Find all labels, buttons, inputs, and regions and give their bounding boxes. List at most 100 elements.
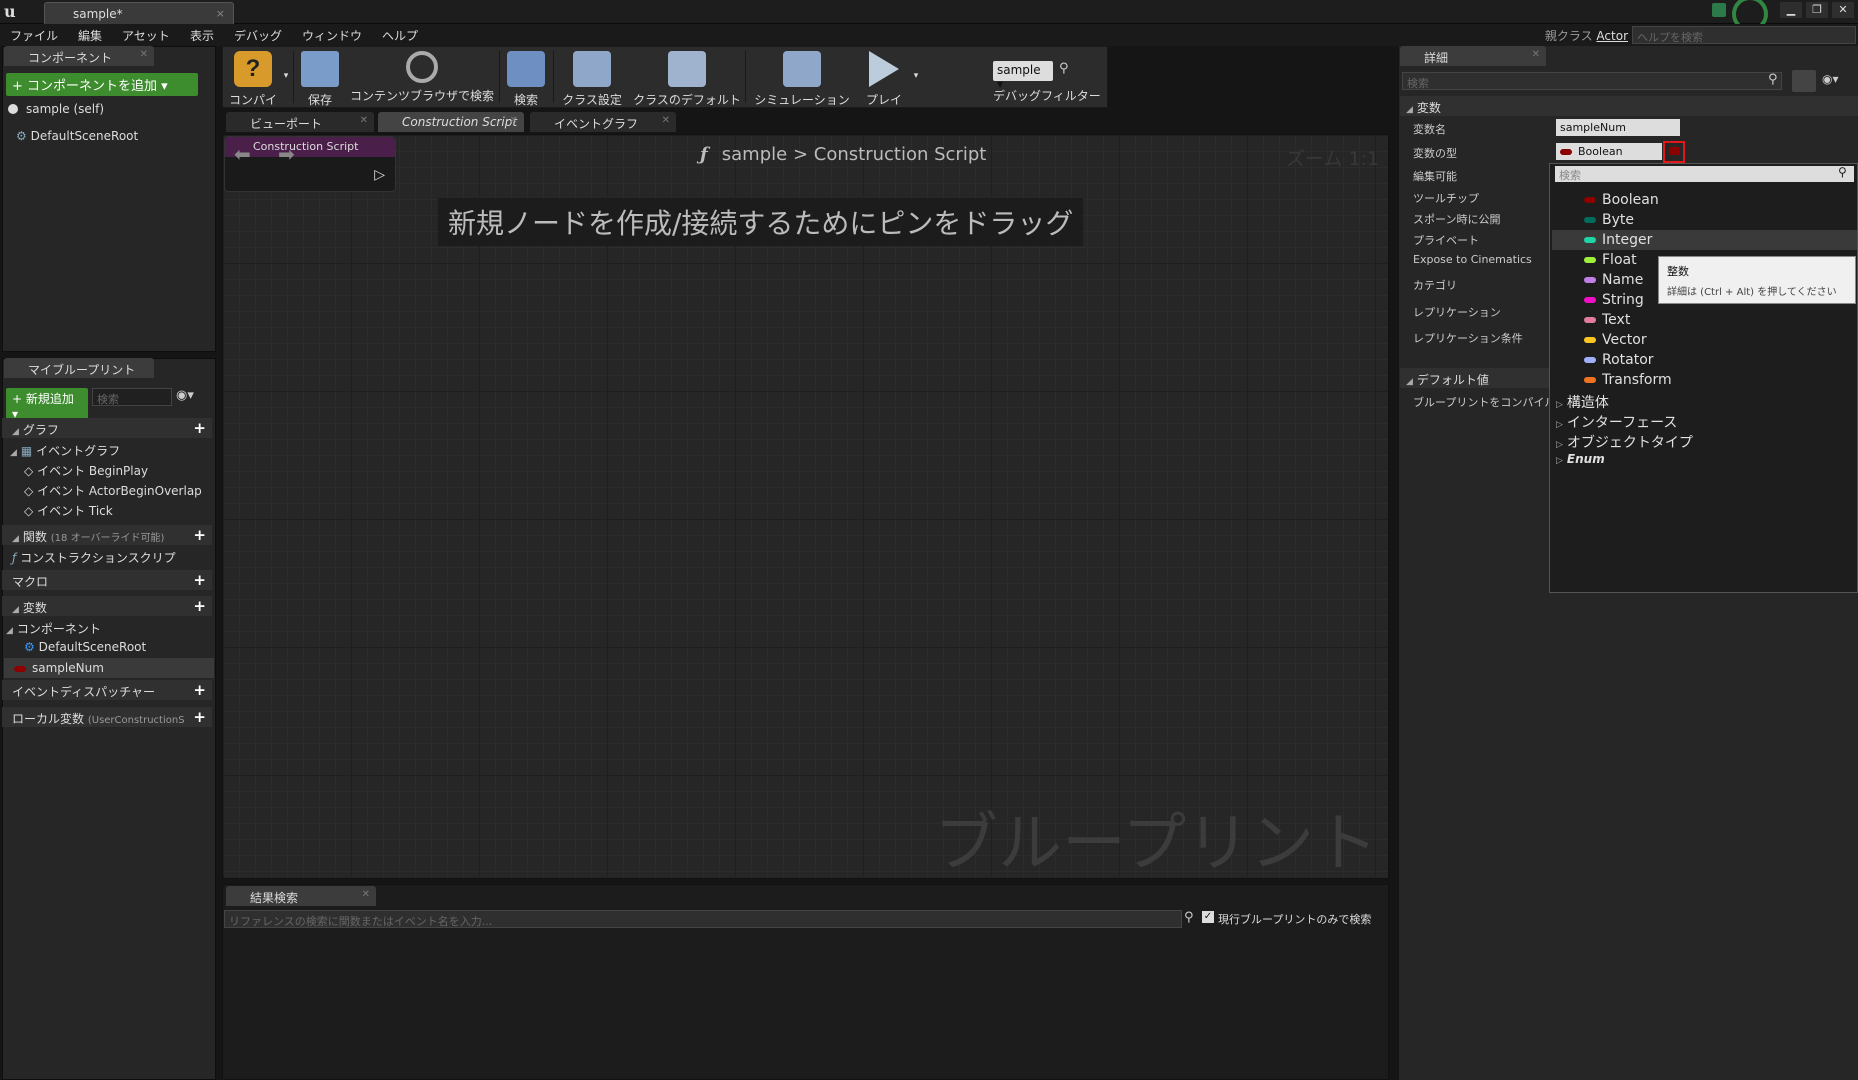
var-name-input[interactable]: sampleNum xyxy=(1556,119,1680,136)
type-item-text[interactable]: Text xyxy=(1584,312,1630,328)
construction-script-item[interactable]: ƒ コンストラクションスクリプ xyxy=(12,549,176,566)
menu-window[interactable]: ウィンドウ xyxy=(302,27,362,44)
section-variables-label: 変数 xyxy=(22,601,47,615)
blueprint-search-input[interactable]: 検索 xyxy=(92,388,172,406)
section-local-variables[interactable]: ローカル変数 (UserConstructionS + xyxy=(2,707,212,727)
variable-item-component[interactable]: ⚙ DefaultSceneRoot xyxy=(24,640,146,654)
add-dispatcher-icon[interactable]: + xyxy=(193,681,206,699)
type-item-rotator[interactable]: Rotator xyxy=(1584,352,1654,368)
close-tab-icon[interactable]: × xyxy=(216,7,225,20)
compile-options-dropdown[interactable]: ▾ xyxy=(281,71,291,81)
tab-details[interactable]: 詳細 ✕ xyxy=(1400,46,1546,66)
container-type-button[interactable] xyxy=(1663,141,1685,163)
exec-pin-icon[interactable]: ▷ xyxy=(374,167,385,183)
save-button[interactable]: 保存 xyxy=(295,51,345,108)
close-icon[interactable]: ✕ xyxy=(662,115,670,126)
find-button[interactable]: 検索 xyxy=(501,51,551,108)
type-item-transform[interactable]: Transform xyxy=(1584,372,1672,388)
type-item-string[interactable]: String xyxy=(1584,292,1644,308)
play-options-dropdown[interactable]: ▾ xyxy=(911,71,921,81)
back-arrow-icon[interactable]: ⬅ xyxy=(234,142,251,166)
section-macros[interactable]: マクロ + xyxy=(2,570,212,590)
section-dispatchers-label: イベントディスパッチャー xyxy=(12,685,156,699)
integer-pin-icon xyxy=(1584,237,1596,243)
search-icon[interactable]: ⚲ xyxy=(1838,165,1847,179)
details-search-input[interactable]: 検索 xyxy=(1402,72,1782,90)
tab-my-blueprint[interactable]: マイブループリント xyxy=(4,358,154,378)
type-item-float[interactable]: Float xyxy=(1584,252,1637,268)
type-item-integer[interactable]: Integer xyxy=(1584,232,1652,248)
class-defaults-button[interactable]: クラスのデフォルト xyxy=(631,51,743,108)
type-item-vector[interactable]: Vector xyxy=(1584,332,1647,348)
search-icon[interactable]: ⚲ xyxy=(1184,910,1194,925)
play-button[interactable]: プレイ xyxy=(859,51,909,108)
section-event-dispatchers[interactable]: イベントディスパッチャー + xyxy=(2,680,212,700)
close-icon[interactable]: ✕ xyxy=(510,115,518,126)
view-options-icon[interactable]: ◉▾ xyxy=(1822,72,1839,86)
tab-find-results[interactable]: 結果検索 ✕ xyxy=(226,886,376,906)
close-icon[interactable]: ✕ xyxy=(140,49,148,60)
property-matrix-icon[interactable] xyxy=(1792,70,1816,92)
find-results-input[interactable]: リファレンスの検索に関数またはイベント名を入力... xyxy=(224,910,1182,928)
menu-file[interactable]: ファイル xyxy=(10,27,58,44)
add-component-button[interactable]: + コンポーネントを追加 ▾ xyxy=(6,73,198,96)
tab-viewport[interactable]: ビューポート ✕ xyxy=(226,112,374,132)
section-variable[interactable]: ◢ 変数 xyxy=(1400,96,1858,116)
section-default-label: デフォルト値 xyxy=(1416,373,1489,387)
close-icon[interactable]: ✕ xyxy=(362,889,370,900)
add-macro-icon[interactable]: + xyxy=(193,571,206,589)
separator xyxy=(745,51,746,103)
simulation-button[interactable]: シミュレーション xyxy=(747,51,857,108)
variable-item-samplenum[interactable]: sampleNum xyxy=(14,661,104,675)
section-graphs[interactable]: ◢ グラフ + xyxy=(2,418,212,438)
type-group-interface[interactable]: ▷ インターフェース xyxy=(1556,412,1677,432)
browse-content-button[interactable]: コンテンツブラウザで検索 xyxy=(347,51,497,104)
minimize-button[interactable]: ▁ xyxy=(1780,2,1802,18)
search-icon[interactable]: ⚲ xyxy=(1768,72,1778,87)
menu-help[interactable]: ヘルプ xyxy=(382,27,418,44)
tab-construction-script[interactable]: Construction Script ✕ xyxy=(378,112,524,132)
type-item-byte[interactable]: Byte xyxy=(1584,212,1634,228)
parent-class-link[interactable]: Actor xyxy=(1596,29,1628,43)
search-icon[interactable]: ⚲ xyxy=(1059,61,1069,76)
add-graph-icon[interactable]: + xyxy=(193,419,206,437)
type-group-object[interactable]: ▷ オブジェクトタイプ xyxy=(1556,432,1693,452)
close-icon[interactable]: ✕ xyxy=(360,115,368,126)
tab-event-graph[interactable]: イベントグラフ ✕ xyxy=(530,112,676,132)
class-settings-button[interactable]: クラス設定 xyxy=(555,51,629,108)
menu-asset[interactable]: アセット xyxy=(122,27,170,44)
section-functions[interactable]: ◢ 関数 (18 オーバーライド可能) + xyxy=(2,525,212,545)
close-icon[interactable]: ✕ xyxy=(1532,49,1540,60)
variables-components-group[interactable]: ◢ コンポーネント xyxy=(6,620,101,637)
type-item-name[interactable]: Name xyxy=(1584,272,1643,288)
event-item[interactable]: ◇ イベント Tick xyxy=(24,502,113,519)
component-item-root[interactable]: ⚙ DefaultSceneRoot xyxy=(16,129,138,143)
menu-view[interactable]: 表示 xyxy=(190,27,214,44)
breadcrumb-root[interactable]: sample xyxy=(722,144,787,165)
type-group-struct[interactable]: ▷ 構造体 xyxy=(1556,392,1609,412)
type-group-enum[interactable]: ▷ Enum xyxy=(1556,452,1605,466)
debug-object-select[interactable]: sample ▾ xyxy=(993,61,1053,91)
chat-icon[interactable] xyxy=(1712,3,1726,17)
add-function-icon[interactable]: + xyxy=(193,526,206,544)
section-variables[interactable]: ◢ 変数 + xyxy=(2,596,212,616)
current-blueprint-only-checkbox[interactable]: ✓ xyxy=(1202,911,1214,923)
maximize-button[interactable]: ❐ xyxy=(1806,2,1828,18)
add-local-variable-icon[interactable]: + xyxy=(193,708,206,726)
document-tab[interactable]: sample* × xyxy=(44,2,234,24)
event-graph-item[interactable]: ◢ ▦ イベントグラフ xyxy=(10,442,120,459)
add-variable-icon[interactable]: + xyxy=(193,597,206,615)
menu-debug[interactable]: デバッグ xyxy=(234,27,282,44)
close-window-button[interactable]: ✕ xyxy=(1832,2,1854,18)
event-item[interactable]: ◇ イベント ActorBeginOverlap xyxy=(24,482,202,499)
view-options-icon[interactable]: ◉▾ xyxy=(176,388,194,403)
type-search-input[interactable]: 検索 xyxy=(1555,166,1854,182)
event-item[interactable]: ◇ イベント BeginPlay xyxy=(24,462,148,479)
forward-arrow-icon[interactable]: ➡ xyxy=(278,142,295,166)
tab-components[interactable]: コンポーネント ✕ xyxy=(4,46,154,66)
menu-edit[interactable]: 編集 xyxy=(78,27,102,44)
var-type-select[interactable]: Boolean xyxy=(1556,143,1662,160)
help-search-input[interactable]: ヘルプを検索 xyxy=(1632,26,1856,44)
type-item-boolean[interactable]: Boolean xyxy=(1584,192,1659,208)
component-item-self[interactable]: sample (self) xyxy=(8,102,104,116)
